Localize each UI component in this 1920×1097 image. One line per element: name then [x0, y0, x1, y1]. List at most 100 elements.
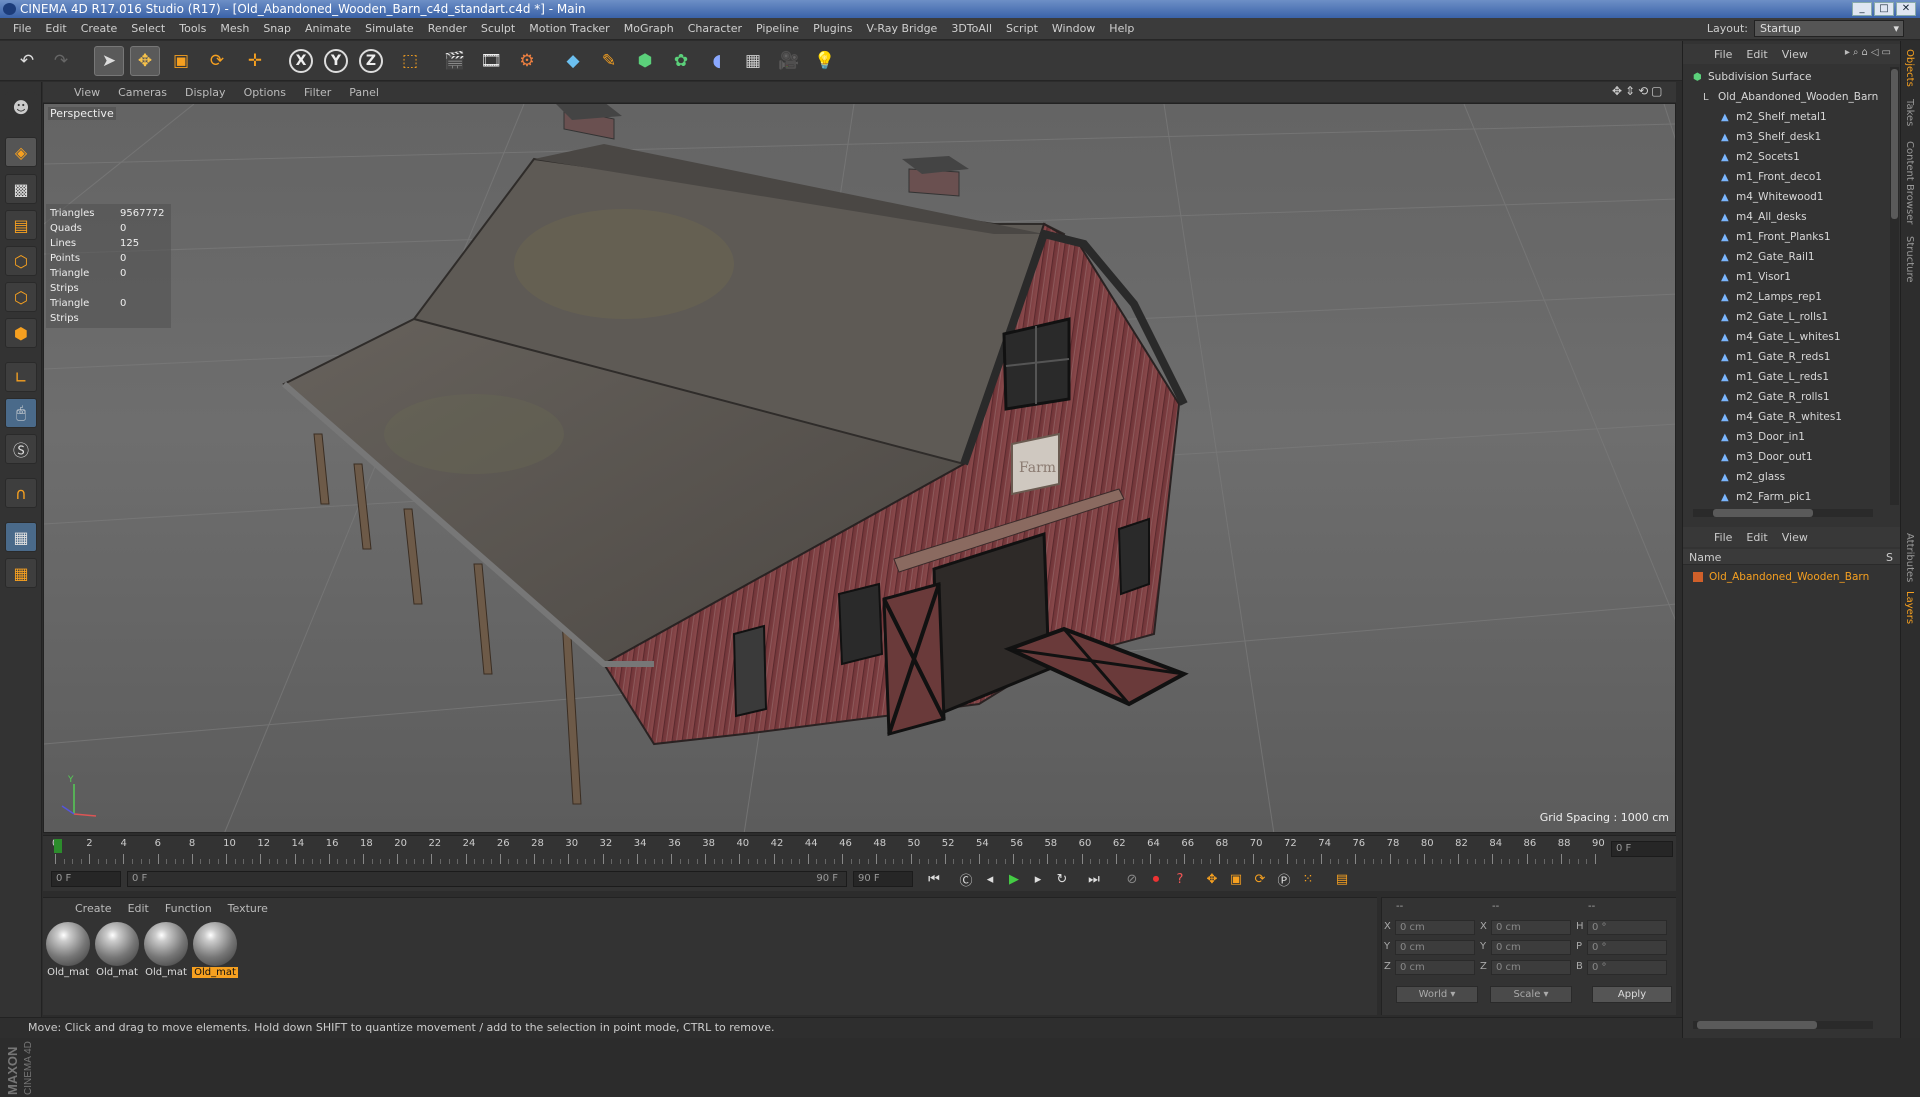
maximize-button[interactable]: □: [1874, 2, 1894, 16]
tab-structure[interactable]: Structure: [1904, 236, 1915, 283]
object-row[interactable]: ▲ m4_Gate_L_whites1: [1687, 327, 1887, 347]
coord-value-field[interactable]: 0 cm: [1491, 920, 1571, 935]
object-row-group[interactable]: L Old_Abandoned_Wooden_Barn: [1687, 87, 1887, 107]
coord-value-field[interactable]: 0 cm: [1491, 960, 1571, 975]
coord-value-field[interactable]: 0 °: [1587, 920, 1667, 935]
viewport-nav-icons[interactable]: ✥⇕⟲▢: [1612, 84, 1666, 98]
material-swatch[interactable]: Old_mat: [192, 922, 238, 982]
range-slider[interactable]: 0 F 90 F: [127, 871, 847, 887]
render-view-icon[interactable]: 🎬: [440, 46, 470, 76]
object-menu-file[interactable]: File: [1707, 48, 1739, 61]
tweak-mode-icon[interactable]: 🖱: [5, 398, 37, 428]
pen-spline-icon[interactable]: ✎: [594, 46, 624, 76]
snap-icon[interactable]: Ⓢ: [5, 434, 37, 464]
deformer-icon[interactable]: ◖: [702, 46, 732, 76]
edges-mode-icon[interactable]: ⬡: [5, 282, 37, 312]
object-row[interactable]: ▲ m1_Visor1: [1687, 267, 1887, 287]
close-button[interactable]: ✕: [1896, 2, 1916, 16]
model-mode-icon[interactable]: ◈: [5, 137, 37, 167]
x-axis-icon[interactable]: X: [286, 46, 316, 76]
y-axis-icon[interactable]: Y: [321, 46, 351, 76]
object-row[interactable]: ▲ m3_Shelf_desk1: [1687, 127, 1887, 147]
coord-mode-dropdown[interactable]: Scale ▾: [1490, 986, 1572, 1003]
viewport-menu-options[interactable]: Options: [235, 86, 295, 99]
material-swatch[interactable]: Old_mat: [143, 922, 189, 982]
viewport-menu-display[interactable]: Display: [176, 86, 235, 99]
menu-pipeline[interactable]: Pipeline: [749, 22, 806, 35]
key-position-icon[interactable]: ✥: [1201, 869, 1223, 889]
menu-create[interactable]: Create: [74, 22, 125, 35]
cube-icon[interactable]: ◆: [558, 46, 588, 76]
tab-content-browser[interactable]: Content Browser: [1904, 141, 1915, 224]
apply-button[interactable]: Apply: [1592, 986, 1672, 1003]
object-row[interactable]: ▲ m1_Gate_L_reds1: [1687, 367, 1887, 387]
layer-hscrollbar[interactable]: [1693, 1021, 1873, 1029]
menu-select[interactable]: Select: [124, 22, 172, 35]
object-row[interactable]: ▲ m4_Gate_R_whites1: [1687, 407, 1887, 427]
z-axis-icon[interactable]: Z: [356, 46, 386, 76]
transform-icon[interactable]: ✛: [240, 46, 270, 76]
redo-icon[interactable]: ↷: [46, 46, 76, 76]
timeline-window-icon[interactable]: ▤: [1331, 869, 1353, 889]
object-row[interactable]: ▲ m2_Socets1: [1687, 147, 1887, 167]
coord-value-field[interactable]: 0 cm: [1491, 940, 1571, 955]
tab-objects[interactable]: Objects: [1904, 49, 1915, 87]
record-keys-icon[interactable]: ⊘: [1121, 869, 1143, 889]
material-menu-texture[interactable]: Texture: [220, 902, 276, 915]
playhead[interactable]: [54, 839, 62, 853]
next-frame-icon[interactable]: ▸: [1027, 869, 1049, 889]
object-row[interactable]: ▲ m3_Door_in1: [1687, 427, 1887, 447]
light-icon[interactable]: 💡: [810, 46, 840, 76]
object-row[interactable]: ▲ m2_Shelf_metal1: [1687, 107, 1887, 127]
play-icon[interactable]: ▶: [1003, 869, 1025, 889]
minimize-button[interactable]: _: [1852, 2, 1872, 16]
lock-workplane-icon[interactable]: ▦: [5, 522, 37, 552]
current-frame-field[interactable]: 0 F: [1611, 841, 1673, 857]
auto-keying-icon[interactable]: ?: [1169, 869, 1191, 889]
scale-icon[interactable]: ▣: [166, 46, 196, 76]
camera-icon[interactable]: 🎥: [774, 46, 804, 76]
menu-mesh[interactable]: Mesh: [213, 22, 256, 35]
subdivision-icon[interactable]: ⬢: [630, 46, 660, 76]
menu-character[interactable]: Character: [681, 22, 749, 35]
coord-value-field[interactable]: 0 °: [1587, 960, 1667, 975]
points-mode-icon[interactable]: ⬡: [5, 246, 37, 276]
tab-attributes[interactable]: Attributes: [1904, 533, 1915, 582]
object-row-subdivision[interactable]: ⬢ Subdivision Surface: [1687, 67, 1887, 87]
undo-icon[interactable]: ↶: [12, 46, 42, 76]
coordinate-system-icon[interactable]: ⬚: [395, 46, 425, 76]
viewport-menu-filter[interactable]: Filter: [295, 86, 340, 99]
viewport-menu-cameras[interactable]: Cameras: [109, 86, 176, 99]
menu-script[interactable]: Script: [999, 22, 1045, 35]
coord-system-dropdown[interactable]: World ▾: [1396, 986, 1478, 1003]
timeline-ruler[interactable]: 0246810121416182022242628303234363840424…: [43, 835, 1676, 867]
layer-menu-view[interactable]: View: [1775, 531, 1815, 544]
material-menu-edit[interactable]: Edit: [120, 902, 157, 915]
layout-dropdown[interactable]: Startup ▾: [1754, 20, 1904, 37]
layer-menu-file[interactable]: File: [1707, 531, 1739, 544]
material-swatch[interactable]: Old_mat: [45, 922, 91, 982]
render-picture-viewer-icon[interactable]: 🎞: [476, 46, 506, 76]
menu-v-ray-bridge[interactable]: V-Ray Bridge: [859, 22, 944, 35]
coord-value-field[interactable]: 0 cm: [1395, 940, 1475, 955]
menu-3dtoall[interactable]: 3DToAll: [944, 22, 999, 35]
object-row[interactable]: ▲ m1_Front_deco1: [1687, 167, 1887, 187]
floor-icon[interactable]: ▦: [738, 46, 768, 76]
end-frame-field[interactable]: 90 F: [853, 871, 913, 887]
viewport-menu-panel[interactable]: Panel: [340, 86, 388, 99]
goto-end-icon[interactable]: ⏭: [1083, 869, 1105, 889]
object-row[interactable]: ▲ m4_Whitewood1: [1687, 187, 1887, 207]
coord-value-field[interactable]: 0 cm: [1395, 920, 1475, 935]
record-active-icon[interactable]: ⏺: [1145, 869, 1167, 889]
coord-value-field[interactable]: 0 °: [1587, 940, 1667, 955]
menu-animate[interactable]: Animate: [298, 22, 358, 35]
object-row[interactable]: ▲ m4_All_desks: [1687, 207, 1887, 227]
texture-mode-icon[interactable]: ▩: [5, 174, 37, 204]
axis-mode-icon[interactable]: ∟: [5, 362, 37, 392]
polygons-mode-icon[interactable]: ⬢: [5, 318, 37, 348]
menu-help[interactable]: Help: [1102, 22, 1141, 35]
layer-menu-edit[interactable]: Edit: [1739, 531, 1774, 544]
tab-takes[interactable]: Takes: [1904, 99, 1915, 126]
rotate-icon[interactable]: ⟳: [202, 46, 232, 76]
next-key-icon[interactable]: ↻: [1051, 869, 1073, 889]
